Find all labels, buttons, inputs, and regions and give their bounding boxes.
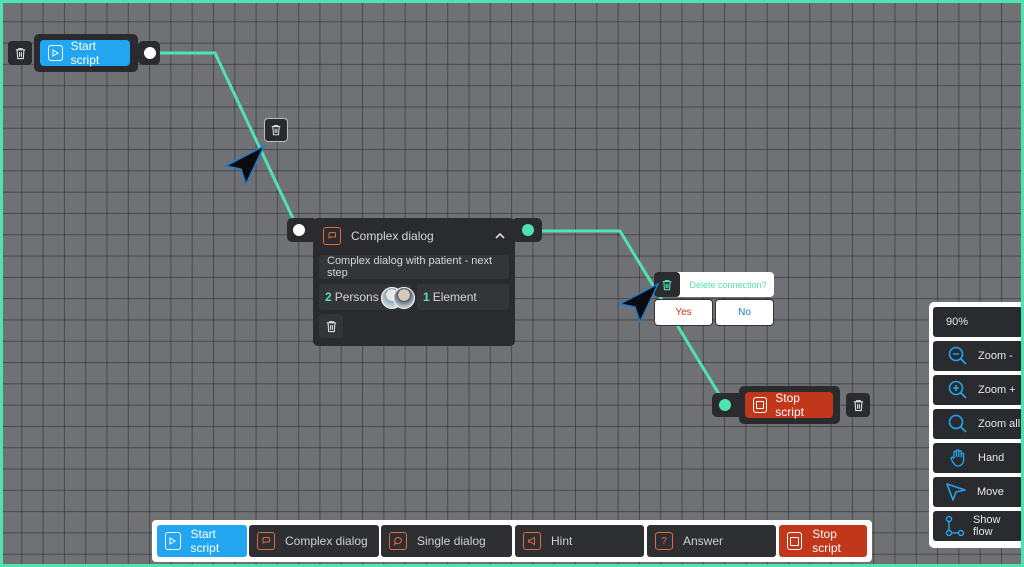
trash-icon (326, 320, 336, 332)
delete-connection-button[interactable] (264, 118, 288, 142)
elements-count: 1 (423, 290, 430, 304)
start-node-label: Start script (70, 39, 100, 67)
complex-node-description: Complex dialog with patient - next step (327, 255, 493, 279)
avatar (392, 287, 415, 309)
delete-start-node-button[interactable] (8, 41, 32, 65)
play-icon (165, 532, 181, 550)
collapse-chevron-icon[interactable] (495, 230, 505, 242)
persons-label: Persons (334, 290, 379, 304)
start-node-output-port[interactable] (142, 45, 158, 61)
complex-dialog-icon (257, 532, 275, 550)
stop-icon (753, 397, 768, 413)
toolbar-hint-label: Hint (551, 534, 573, 548)
zoom-all-label: Zoom all (978, 418, 1021, 430)
delete-complex-node-button[interactable] (319, 314, 343, 338)
trash-icon (853, 399, 863, 411)
stop-node-input-port[interactable] (717, 397, 733, 413)
toolbar-complex-dialog-button[interactable]: Complex dialog (249, 525, 379, 557)
toolbar-stop-script-button[interactable]: Stop script (779, 525, 867, 557)
toolbar-answer-button[interactable]: ? Answer (647, 525, 776, 557)
start-node[interactable]: Start script (34, 34, 138, 72)
persons-count: 2 (325, 290, 332, 304)
trash-icon (15, 47, 25, 59)
zoom-level: 90% (933, 307, 1023, 337)
zoom-all-button[interactable]: Zoom all (933, 409, 1023, 439)
toolbar-hint-button[interactable]: Hint (515, 525, 644, 557)
persons-chip[interactable]: 2 Persons (319, 284, 415, 310)
zoom-in-icon (948, 380, 967, 399)
delete-connection-no-button[interactable]: No (715, 299, 774, 326)
move-tool-label: Move (977, 486, 1004, 498)
zoom-in-label: Zoom + (978, 384, 1016, 396)
toolbar-start-script-label: Start script (190, 527, 220, 555)
delete-connection-question: Delete connection? (689, 279, 767, 290)
megaphone-icon (523, 532, 541, 550)
trash-icon (271, 125, 281, 136)
toolbar-answer-label: Answer (683, 534, 724, 548)
zoom-all-icon (948, 414, 967, 433)
play-icon (48, 45, 63, 61)
trash-icon (662, 279, 672, 290)
complex-node-input-port[interactable] (291, 222, 307, 238)
flow-icon (945, 515, 965, 537)
start-script-pill[interactable]: Start script (40, 39, 130, 67)
zoom-in-button[interactable]: Zoom + (933, 375, 1023, 405)
zoom-out-label: Zoom - (978, 350, 1013, 362)
delete-connection-yes-button[interactable]: Yes (654, 299, 713, 326)
delete-connection-popup: Delete connection? (654, 272, 774, 297)
cursor-icon (946, 483, 966, 501)
hand-tool-button[interactable]: Hand (933, 443, 1023, 473)
hand-icon (950, 449, 965, 467)
complex-dialog-icon (323, 227, 341, 245)
delete-stop-node-button[interactable] (846, 393, 870, 417)
stop-node-label: Stop script (775, 391, 804, 419)
elements-label: Element (432, 290, 477, 304)
toolbar-complex-dialog-label: Complex dialog (285, 534, 368, 548)
show-flow-label: Show flow (972, 514, 1001, 538)
cursor-arrow-icon (618, 282, 660, 324)
toolbar-single-dialog-button[interactable]: Single dialog (381, 525, 512, 557)
stop-icon (787, 532, 803, 550)
chat-bubble-icon (389, 532, 407, 550)
toolbar-single-dialog-label: Single dialog (417, 534, 486, 548)
hand-tool-label: Hand (978, 452, 1005, 464)
show-flow-button[interactable]: Show flow (933, 511, 1023, 541)
cursor-arrow-icon (224, 144, 266, 186)
toolbar-start-script-button[interactable]: Start script (157, 525, 247, 557)
zoom-out-icon (948, 346, 967, 365)
toolbar-stop-script-label: Stop script (812, 527, 841, 555)
elements-chip[interactable]: 1 Element (417, 284, 509, 310)
complex-dialog-node[interactable]: Complex dialog Complex dialog with patie… (313, 218, 515, 346)
complex-node-output-port[interactable] (520, 222, 536, 238)
stop-script-pill[interactable]: Stop script (745, 391, 833, 419)
complex-node-title: Complex dialog (351, 229, 434, 243)
move-tool-button[interactable]: Move (933, 477, 1023, 507)
persons-avatars (380, 287, 415, 309)
stop-node[interactable]: Stop script (739, 386, 840, 424)
complex-node-header: Complex dialog (319, 224, 509, 248)
question-icon: ? (655, 532, 673, 550)
zoom-out-button[interactable]: Zoom - (933, 341, 1023, 371)
complex-node-description-row: Complex dialog with patient - next step (319, 255, 509, 279)
